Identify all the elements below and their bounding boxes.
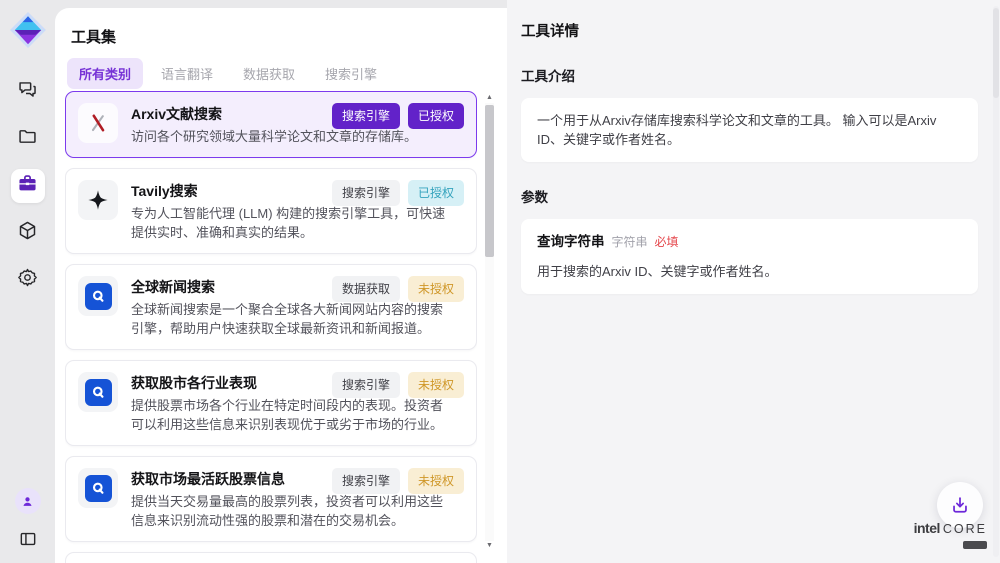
- tool-description: 提供当天交易量最高的股票列表，投资者可以利用这些信息来识别流动性强的股票和潜在的…: [131, 492, 451, 530]
- q-logo-tile: [85, 379, 112, 406]
- auth-status-badge: 未授权: [408, 372, 464, 398]
- tool-description: 访问各个研究领域大量科学论文和文章的存储库。: [131, 127, 417, 146]
- toolbox-icon: [17, 173, 38, 199]
- chat-icon: [17, 79, 38, 105]
- category-badge: 搜索引擎: [332, 468, 400, 494]
- params-section-title: 参数: [521, 186, 978, 206]
- category-tabs: 所有类别语言翻译数据获取搜索引擎: [67, 58, 389, 89]
- intro-section-title: 工具介绍: [521, 65, 978, 85]
- folder-icon: [17, 126, 38, 152]
- auth-status-badge: 未授权: [408, 276, 464, 302]
- sidebar: [0, 0, 55, 563]
- tab-语言翻译[interactable]: 语言翻译: [149, 58, 225, 89]
- tool-name: 获取股市各行业表现: [131, 373, 356, 393]
- intel-wordmark: intel: [914, 520, 940, 536]
- tool-description: 专为人工智能代理 (LLM) 构建的搜索引擎工具，可快速提供实时、准确和真实的结…: [131, 204, 451, 242]
- tool-badges: 搜索引擎未授权: [332, 372, 464, 398]
- arxiv-icon: [78, 103, 118, 143]
- parameter-card: 查询字符串 字符串 必填 用于搜索的Arxiv ID、关键字或作者姓名。: [521, 219, 978, 294]
- qblue-icon: [78, 372, 118, 412]
- tool-cards-list: Arxiv文献搜索访问各个研究领域大量科学论文和文章的存储库。搜索引擎已授权Ta…: [65, 91, 477, 563]
- tool-details-panel: 工具详情 工具介绍 一个用于从Arxiv存储库搜索科学论文和文章的工具。 输入可…: [507, 0, 1000, 563]
- param-name: 查询字符串: [537, 232, 605, 251]
- q-logo-tile: [85, 475, 112, 502]
- tool-name: Arxiv文献搜索: [131, 104, 356, 124]
- tool-name: 获取市场最活跃股票信息: [131, 469, 356, 489]
- param-type: 字符串: [612, 233, 648, 252]
- scrollbar-thumb[interactable]: [485, 105, 494, 257]
- auth-status-badge: 已授权: [408, 180, 464, 206]
- tavily-icon: [78, 180, 118, 220]
- sidebar-item-settings[interactable]: [11, 263, 45, 297]
- auth-status-badge: 已授权: [408, 103, 464, 129]
- q-logo-tile: [85, 283, 112, 310]
- settings-icon: [17, 267, 38, 293]
- intel-series-badge: [963, 541, 987, 549]
- intel-core-logo: intel CORE: [914, 520, 987, 554]
- tool-description: 全球新闻搜索是一个聚合全球各大新闻网站内容的搜索引擎，帮助用户快速获取全球最新资…: [131, 300, 451, 338]
- tool-badges: 搜索引擎已授权: [332, 103, 464, 129]
- sidebar-item-folder[interactable]: [11, 122, 45, 156]
- app-logo-icon: [9, 11, 47, 49]
- scroll-down-arrow-icon[interactable]: ▼: [484, 541, 495, 551]
- sidebar-item-cube[interactable]: [11, 216, 45, 250]
- tool-card[interactable]: Tavily搜索专为人工智能代理 (LLM) 构建的搜索引擎工具，可快速提供实时…: [65, 168, 477, 254]
- category-badge: 数据获取: [332, 276, 400, 302]
- tool-name: 全球新闻搜索: [131, 277, 356, 297]
- tab-所有类别[interactable]: 所有类别: [67, 58, 143, 89]
- details-title: 工具详情: [521, 20, 978, 41]
- person-icon: [20, 494, 35, 509]
- panel-layout-icon: [18, 529, 38, 549]
- page-title: 工具集: [71, 26, 116, 47]
- tab-搜索引擎[interactable]: 搜索引擎: [313, 58, 389, 89]
- sidebar-nav: [11, 75, 45, 297]
- tab-数据获取[interactable]: 数据获取: [231, 58, 307, 89]
- tool-name: Tavily搜索: [131, 181, 356, 201]
- auth-status-badge: 未授权: [408, 468, 464, 494]
- qblue-icon: [78, 468, 118, 508]
- sidebar-item-chat[interactable]: [11, 75, 45, 109]
- tool-badges: 搜索引擎未授权: [332, 468, 464, 494]
- cube-icon: [17, 220, 38, 246]
- tool-card[interactable]: 万维地区新闻查询查询具体行政区划内的新闻，快速了解各地新闻动搜索引擎未授权: [65, 552, 477, 563]
- tool-intro-text: 一个用于从Arxiv存储库搜索科学论文和文章的工具。 输入可以是Arxiv ID…: [521, 98, 978, 162]
- details-scrollbar-thumb[interactable]: [993, 8, 999, 98]
- tool-card[interactable]: 获取股市各行业表现提供股票市场各个行业在特定时间段内的表现。投资者可以利用这些信…: [65, 360, 477, 446]
- category-badge: 搜索引擎: [332, 180, 400, 206]
- param-description: 用于搜索的Arxiv ID、关键字或作者姓名。: [537, 262, 962, 281]
- scroll-up-arrow-icon[interactable]: ▲: [484, 93, 495, 103]
- tool-badges: 数据获取未授权: [332, 276, 464, 302]
- list-scrollbar[interactable]: ▲ ▼: [484, 93, 495, 551]
- sidebar-item-toolbox[interactable]: [11, 169, 45, 203]
- tool-card[interactable]: Arxiv文献搜索访问各个研究领域大量科学论文和文章的存储库。搜索引擎已授权: [65, 91, 477, 158]
- tool-card[interactable]: 全球新闻搜索全球新闻搜索是一个聚合全球各大新闻网站内容的搜索引擎，帮助用户快速获…: [65, 264, 477, 350]
- tool-card[interactable]: 获取市场最活跃股票信息提供当天交易量最高的股票列表，投资者可以利用这些信息来识别…: [65, 456, 477, 542]
- tool-badges: 搜索引擎已授权: [332, 180, 464, 206]
- tool-list-panel: 工具集 所有类别语言翻译数据获取搜索引擎 Arxiv文献搜索访问各个研究领域大量…: [55, 8, 507, 563]
- qblue-icon: [78, 276, 118, 316]
- category-badge: 搜索引擎: [332, 372, 400, 398]
- param-required-badge: 必填: [655, 233, 679, 252]
- category-badge: 搜索引擎: [332, 103, 400, 129]
- collapse-panel-button[interactable]: [14, 525, 42, 553]
- tool-description: 提供股票市场各个行业在特定时间段内的表现。投资者可以利用这些信息来识别表现优于或…: [131, 396, 451, 434]
- core-wordmark: CORE: [943, 522, 987, 536]
- download-icon: [949, 494, 971, 516]
- user-avatar[interactable]: [15, 488, 41, 514]
